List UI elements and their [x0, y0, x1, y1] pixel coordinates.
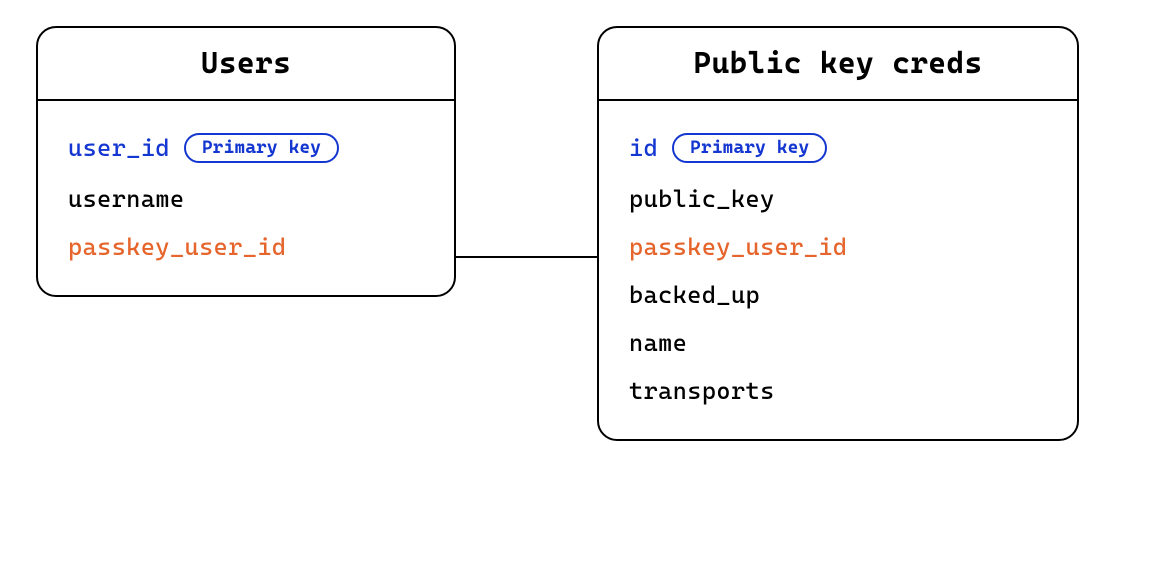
field-row: transports — [629, 367, 1047, 415]
entity-public-key-creds: Public key creds id Primary key public_k… — [597, 26, 1079, 441]
entity-users-fields: user_id Primary key username passkey_use… — [38, 101, 454, 295]
relationship-connector — [456, 256, 597, 258]
field-backed-up: backed_up — [629, 283, 760, 307]
primary-key-badge: Primary key — [184, 133, 339, 163]
field-public-key: public_key — [629, 187, 775, 211]
field-row: passkey_user_id — [629, 223, 1047, 271]
entity-users-title: Users — [38, 28, 454, 101]
field-row: name — [629, 319, 1047, 367]
field-passkey-user-id: passkey_user_id — [68, 235, 286, 259]
field-name: name — [629, 331, 687, 355]
field-row: username — [68, 175, 424, 223]
field-transports: transports — [629, 379, 775, 403]
primary-key-badge: Primary key — [672, 133, 827, 163]
entity-users: Users user_id Primary key username passk… — [36, 26, 456, 297]
field-row: id Primary key — [629, 121, 1047, 175]
field-passkey-user-id: passkey_user_id — [629, 235, 847, 259]
entity-creds-title: Public key creds — [599, 28, 1077, 101]
er-diagram: Users user_id Primary key username passk… — [0, 0, 1154, 572]
field-row: public_key — [629, 175, 1047, 223]
field-row: user_id Primary key — [68, 121, 424, 175]
field-username: username — [68, 187, 185, 211]
entity-creds-fields: id Primary key public_key passkey_user_i… — [599, 101, 1077, 439]
field-id: id — [629, 136, 658, 160]
field-user-id: user_id — [68, 136, 170, 160]
field-row: passkey_user_id — [68, 223, 424, 271]
field-row: backed_up — [629, 271, 1047, 319]
